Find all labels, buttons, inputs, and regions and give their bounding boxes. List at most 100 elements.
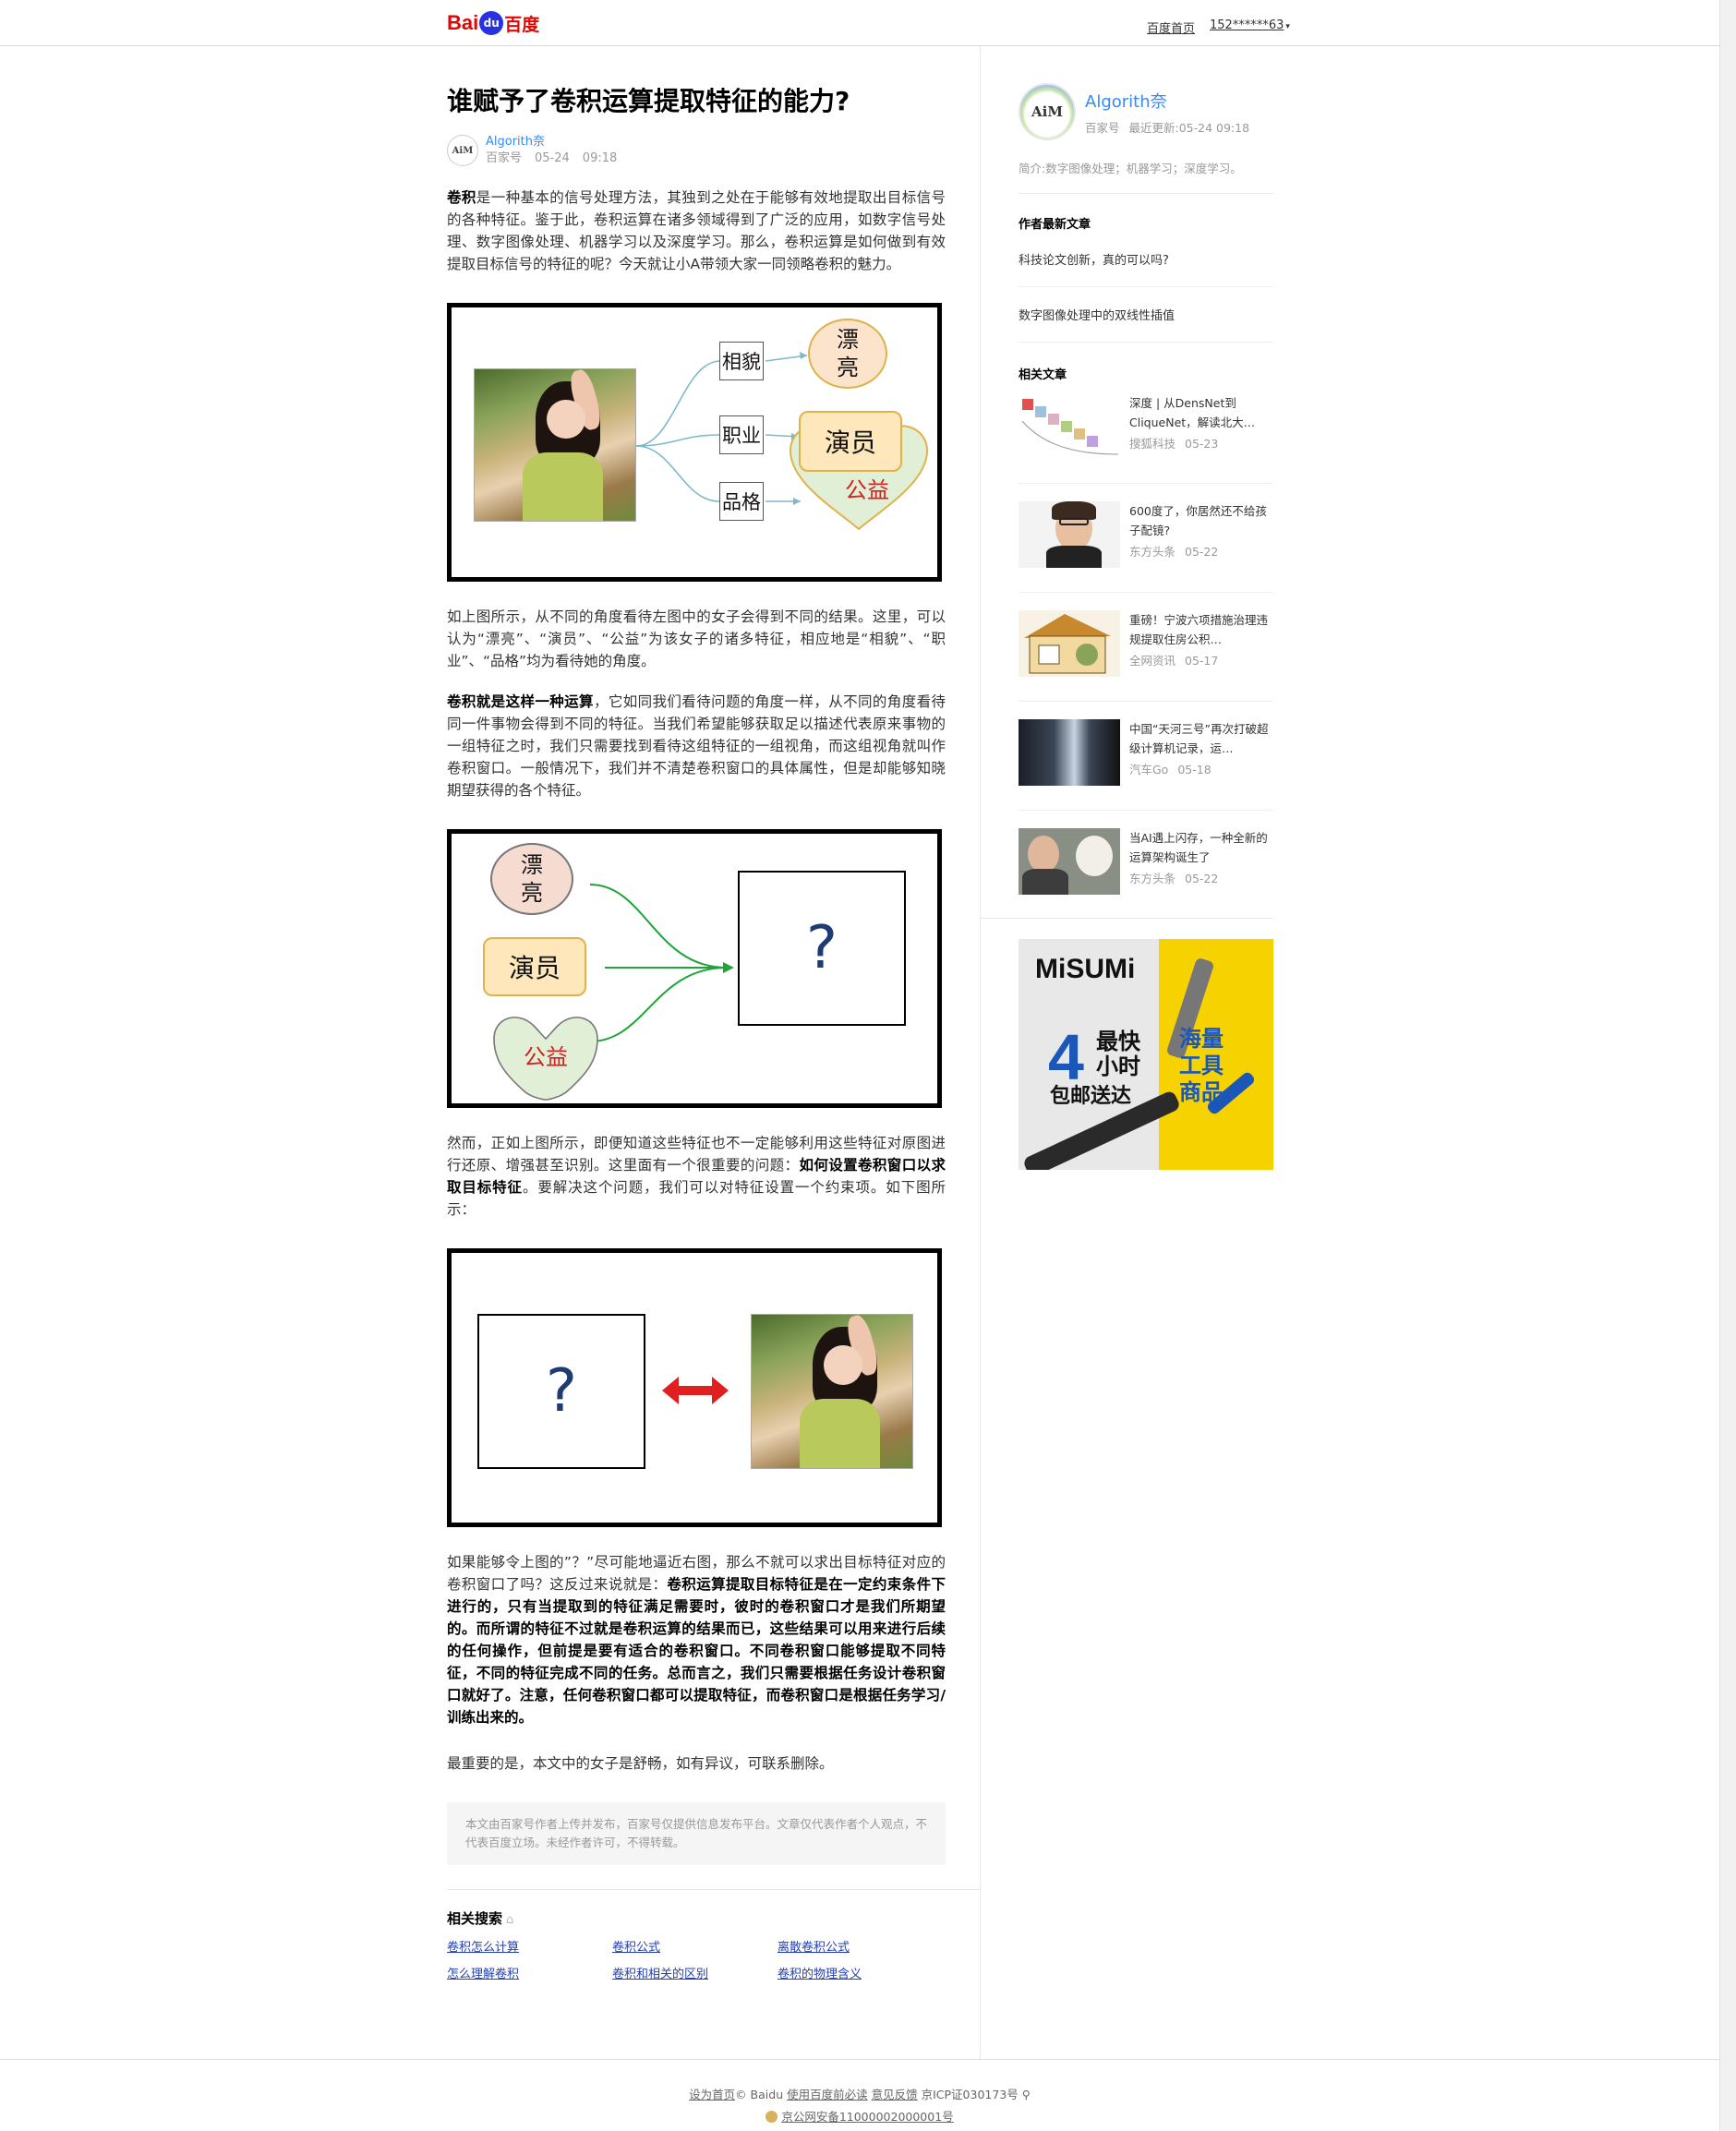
paragraph-3: 卷积就是这样一种运算，它如同我们看待问题的角度一样，从不同的角度看待同一件事物会… <box>447 691 946 801</box>
chevron-down-icon: ▾ <box>1285 22 1290 31</box>
related-article-meta: 全网资讯 05-17 <box>1129 651 1273 670</box>
set-home-link[interactable]: 设为首页 <box>689 2088 735 2101</box>
related-search-link[interactable]: 卷积怎么计算 <box>447 1937 612 1955</box>
related-article-date: 05-18 <box>1177 763 1212 777</box>
feature-actress: 演员 <box>799 411 902 472</box>
related-article-meta: 搜狐科技 05-23 <box>1129 434 1273 453</box>
related-search-link[interactable]: 卷积和相关的区别 <box>612 1964 778 1981</box>
related-article-source: 全网资讯 <box>1129 654 1176 668</box>
footer: 设为首页© Baidu 使用百度前必读 意见反馈 京ICP证030173号 ⚲ … <box>0 2059 1719 2131</box>
related-article-source: 东方头条 <box>1129 545 1176 559</box>
search-hint-icon: ⌂ <box>506 1913 514 1927</box>
related-article-thumb <box>1019 719 1120 786</box>
related-article[interactable]: 重磅！宁波六项措施治理违规提取住房公积… 全网资讯 05-17 <box>1019 593 1273 702</box>
unknown-window-box: ? <box>738 871 906 1026</box>
article: 谁赋予了卷积运算提取特征的能力? AiM Algorith奈 百家号 05-24 0… <box>447 46 980 1981</box>
related-article-text: 深度 | 从DensNet到CliqueNet，解读北大… 搜狐科技 05-23 <box>1129 393 1273 453</box>
feature-beautiful: 漂 亮 <box>808 319 887 389</box>
label-appearance: 相貌 <box>719 342 764 380</box>
logo-bai: Bai <box>447 11 479 34</box>
paragraph-1: 卷积是一种基本的信号处理方法，其独到之处在于能够有效地提取出目标信号的各种特征。… <box>447 187 946 275</box>
related-article-text: 当AI遇上闪存，一种全新的运算架构诞生了 东方头条 05-22 <box>1129 828 1273 888</box>
police-record-link[interactable]: 京公网安备11000002000001号 <box>781 2110 953 2124</box>
sidebar-updated: 最近更新:05-24 09:18 <box>1128 120 1250 135</box>
related-article-date: 05-22 <box>1185 872 1219 885</box>
top-links: 百度首页 152******63 ▾ <box>1147 18 1290 36</box>
related-article-date: 05-17 <box>1185 654 1219 668</box>
author-avatar[interactable]: AiM <box>447 135 478 166</box>
paragraph-2: 如上图所示，从不同的角度看待左图中的女子会得到不同的结果。这里，可以认为“漂亮”… <box>447 608 946 669</box>
p5-strong: 卷积运算提取目标特征是在一定约束条件下进行的，只有当提取到的特征满足需要时，彼时… <box>447 1576 946 1726</box>
woman-photo <box>751 1314 913 1469</box>
publish-date: 05-24 <box>535 151 570 165</box>
p4-text-b: 。要解决这个问题，我们可以对特征设置一个约束项。如下图所示： <box>447 1179 946 1218</box>
icp-number: 京ICP证030173号 <box>921 2088 1019 2101</box>
figure-features: 相貌 职业 品格 漂 亮 演员 公益 <box>447 303 942 582</box>
scrollbar[interactable] <box>1719 0 1736 2131</box>
author-name[interactable]: Algorith奈 <box>486 134 630 150</box>
baidu-home-link[interactable]: 百度首页 <box>1147 18 1195 36</box>
footer-row-2: 京公网安备11000002000001号 <box>0 2107 1719 2125</box>
feature-beautiful: 漂 亮 <box>490 843 573 915</box>
related-article-text: 600度了，你居然还不给孩子配镜? 东方头条 05-22 <box>1129 501 1273 561</box>
feature-charity: 公益 <box>524 1044 568 1070</box>
related-article[interactable]: 中国“天河三号”再次打破超级计算机记录，运… 汽车Go 05-18 <box>1019 702 1273 811</box>
sidebar-author-info: Algorith奈 百家号 最近更新:05-24 09:18 <box>1085 89 1259 136</box>
sidebar: AiM Algorith奈 百家号 最近更新:05-24 09:18 简介:数字图… <box>1019 46 1273 920</box>
related-article-title[interactable]: 当AI遇上闪存，一种全新的运算架构诞生了 <box>1129 828 1273 867</box>
related-search-label: 相关搜索 <box>447 1910 503 1927</box>
related-article-title[interactable]: 中国“天河三号”再次打破超级计算机记录，运… <box>1129 719 1273 758</box>
baidu-logo[interactable]: Bai du 百度 <box>447 9 539 37</box>
column-divider <box>980 46 981 2059</box>
sidebar-intro: 简介:数字图像处理；机器学习；深度学习。 <box>1019 159 1273 194</box>
paragraph-6: 最重要的是，本文中的女子是舒畅，如有异议，可联系删除。 <box>447 1755 834 1772</box>
author-sub: 百家号 05-24 09:18 <box>486 150 630 167</box>
paragraph-4: 然而，正如上图所示，即便知道这些特征也不一定能够利用这些特征对原图进行还原、增强… <box>447 1132 946 1221</box>
footer-row-1: 设为首页© Baidu 使用百度前必读 意见反馈 京ICP证030173号 ⚲ <box>0 2085 1719 2102</box>
related-article-title[interactable]: 重磅！宁波六项措施治理违规提取住房公积… <box>1129 610 1273 649</box>
related-article[interactable]: 深度 | 从DensNet到CliqueNet，解读北大… 搜狐科技 05-23 <box>1019 382 1273 484</box>
sidebar-author-avatar[interactable]: AiM <box>1019 83 1076 140</box>
sidebar-ad[interactable]: MiSUMi 4 最快 小时 包邮送达 海量工具商品 <box>1019 939 1273 1170</box>
logo-cn: 百度 <box>504 14 540 35</box>
related-search-link[interactable]: 怎么理解卷积 <box>447 1964 612 1981</box>
author-row: AiM Algorith奈 百家号 05-24 09:18 <box>447 133 946 168</box>
copyright: © Baidu <box>735 2088 784 2101</box>
related-article-thumb <box>1019 501 1120 568</box>
separator <box>447 1889 980 1890</box>
related-search-title: 相关搜索 ⌂ <box>447 1908 946 1928</box>
related-search-link[interactable]: 卷积公式 <box>612 1937 778 1955</box>
p1-text: 是一种基本的信号处理方法，其独到之处在于能够有效地提取出目标信号的各种特征。鉴于… <box>447 189 946 272</box>
must-know-link[interactable]: 使用百度前必读 <box>787 2088 868 2101</box>
feedback-link[interactable]: 意见反馈 <box>872 2088 918 2101</box>
related-article-thumb <box>1019 828 1120 895</box>
ad-line-1: 最快 小时 <box>1096 1029 1140 1079</box>
publish-time: 09:18 <box>582 151 618 165</box>
copyright-notice: 本文由百家号作者上传并发布，百家号仅提供信息发布平台。文章仅代表作者个人观点，不… <box>447 1802 946 1865</box>
ad-line-2: 包邮送达 <box>1050 1085 1132 1108</box>
latest-articles-title: 作者最新文章 <box>1019 218 1091 232</box>
ad-brand: MiSUMi <box>1035 954 1136 984</box>
feature-actress: 演员 <box>483 937 586 996</box>
related-article-thumb <box>1019 610 1120 677</box>
related-article-source: 搜狐科技 <box>1129 437 1176 451</box>
latest-article-link[interactable]: 科技论文创新，真的可以吗? <box>1019 232 1273 287</box>
user-name[interactable]: 152******63 <box>1210 18 1284 32</box>
related-article-title[interactable]: 深度 | 从DensNet到CliqueNet，解读北大… <box>1129 393 1273 432</box>
sidebar-author-name[interactable]: Algorith奈 <box>1085 89 1259 113</box>
related-article-source: 汽车Go <box>1129 763 1169 777</box>
related-search-link[interactable]: 卷积的物理含义 <box>778 1964 943 1981</box>
related-article[interactable]: 当AI遇上闪存，一种全新的运算架构诞生了 东方头条 05-22 <box>1019 811 1273 920</box>
latest-article-link[interactable]: 数字图像处理中的双线性插值 <box>1019 287 1273 343</box>
p3-strong: 卷积就是这样一种运算 <box>447 693 594 710</box>
related-article[interactable]: 600度了，你居然还不给孩子配镜? 东方头条 05-22 <box>1019 484 1273 593</box>
related-article-meta: 汽车Go 05-18 <box>1129 760 1273 779</box>
paragraph-5: 如果能够令上图的”？”尽可能地逼近右图，那么不就可以求出目标特征对应的卷积窗口了… <box>447 1551 946 1728</box>
top-bar: Bai du 百度 百度首页 152******63 ▾ <box>0 0 1719 46</box>
ad-right-text: 海量工具商品 <box>1179 1026 1224 1105</box>
related-article-date: 05-22 <box>1185 545 1219 559</box>
label-occupation: 职业 <box>719 415 764 454</box>
related-article-title[interactable]: 600度了，你居然还不给孩子配镜? <box>1129 501 1273 540</box>
user-menu[interactable]: 152******63 ▾ <box>1210 18 1290 36</box>
related-search-link[interactable]: 离散卷积公式 <box>778 1937 943 1955</box>
